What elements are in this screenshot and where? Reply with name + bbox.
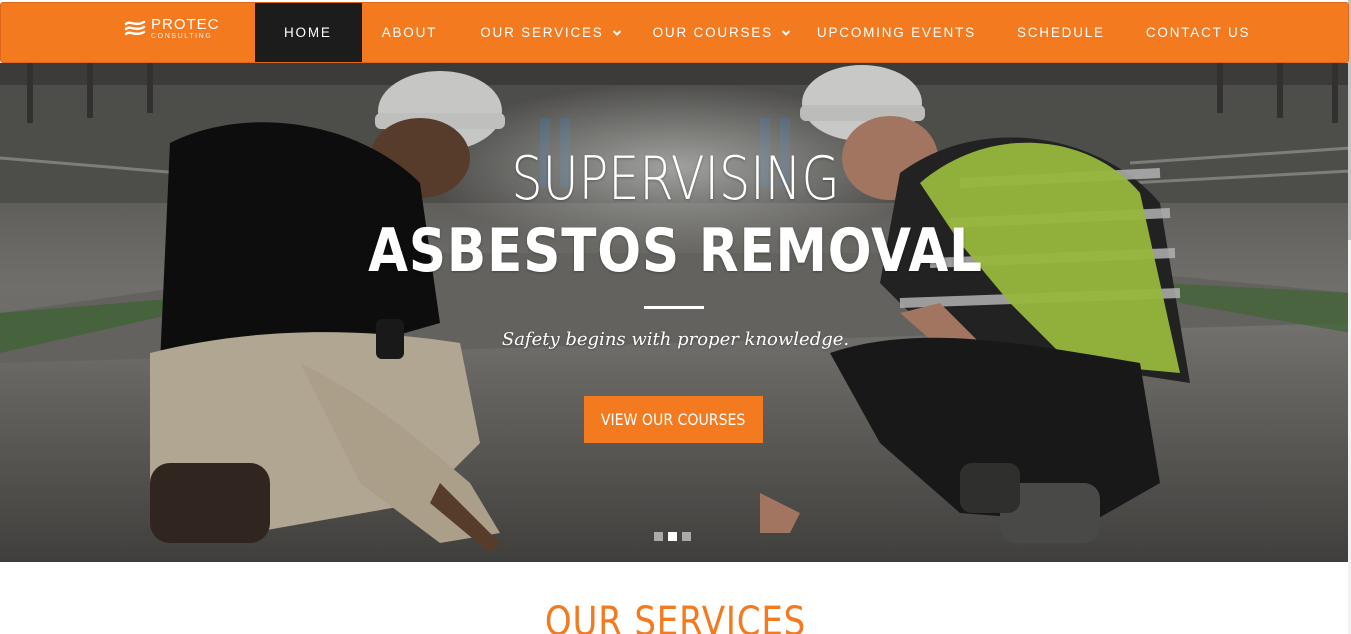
nav-item-label: CONTACT US: [1145, 25, 1251, 40]
brand-name: PROTEC: [151, 15, 220, 33]
chevron-down-icon: [781, 29, 791, 36]
nav-item-label: SCHEDULE: [1016, 25, 1105, 40]
brand-logo[interactable]: PROTEC CONSULTING: [123, 15, 220, 41]
hero-slider: SUPERVISING ASBESTOS REMOVAL Safety begi…: [0, 63, 1351, 562]
slider-dot-2[interactable]: [668, 532, 677, 541]
view-courses-button-label: VIEW OUR COURSES: [601, 410, 746, 429]
waves-logo-icon: [124, 20, 146, 36]
nav-item-upcoming-events[interactable]: UPCOMING EVENTS: [817, 3, 976, 62]
nav-item-label: ABOUT: [381, 25, 438, 40]
hero-dark-overlay: [0, 63, 1351, 562]
nav-item-schedule[interactable]: SCHEDULE: [1017, 3, 1105, 62]
hero-title-line-1: SUPERVISING: [511, 144, 840, 214]
nav-item-our-courses[interactable]: OUR COURSES: [653, 3, 791, 62]
hero-tagline: Safety begins with proper knowledge.: [501, 329, 850, 350]
nav-item-label: OUR COURSES: [652, 25, 773, 40]
top-navbar: PROTEC CONSULTING HOME ABOUT OUR SERVICE…: [0, 2, 1349, 63]
view-courses-button[interactable]: VIEW OUR COURSES: [584, 396, 763, 443]
slider-pagination: [654, 532, 696, 541]
nav-item-about[interactable]: ABOUT: [382, 3, 438, 62]
nav-item-home[interactable]: HOME: [255, 3, 362, 62]
nav-item-our-services[interactable]: OUR SERVICES: [480, 3, 621, 62]
brand-subtitle: CONSULTING: [151, 32, 213, 40]
slider-dot-3[interactable]: [682, 532, 691, 541]
slider-dot-1[interactable]: [654, 532, 663, 541]
nav-item-contact-us[interactable]: CONTACT US: [1146, 3, 1251, 62]
hero-divider: [644, 306, 704, 309]
main-nav: HOME ABOUT OUR SERVICES OUR COURSES UPCO…: [255, 3, 1250, 62]
chevron-down-icon: [612, 29, 621, 36]
nav-item-label: HOME: [284, 25, 332, 40]
services-section-title: OUR SERVICES: [544, 599, 807, 634]
nav-item-label: OUR SERVICES: [480, 25, 604, 40]
nav-item-label: UPCOMING EVENTS: [816, 25, 976, 40]
hero-title-line-2: ASBESTOS REMOVAL: [368, 216, 983, 286]
